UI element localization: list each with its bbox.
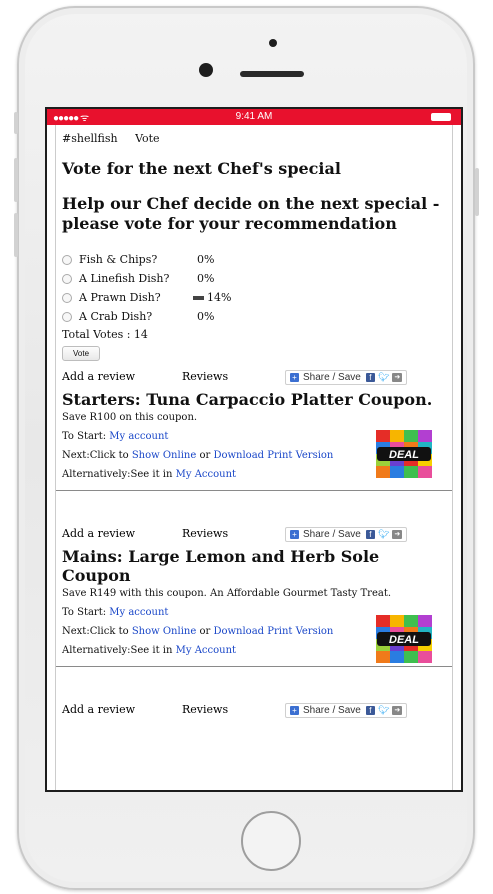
- coupon-title[interactable]: Mains: Large Lemon and Herb Sole Coupon: [62, 547, 446, 585]
- share-save-button[interactable]: + Share / Save f 🐦︎ ➜: [285, 703, 408, 718]
- reviews-link[interactable]: Reviews: [182, 370, 228, 383]
- volume-up-button[interactable]: [14, 158, 18, 202]
- alt-label: Alternatively:See it in: [62, 645, 176, 656]
- deal-badge-text: DEAL: [389, 449, 419, 461]
- or-label: or: [196, 450, 214, 461]
- reviews-link[interactable]: Reviews: [182, 527, 228, 540]
- breadcrumb-page[interactable]: Vote: [135, 132, 160, 145]
- poll-option[interactable]: A Crab Dish? 0%: [62, 307, 446, 326]
- page-content: #shellfish Vote Vote for the next Chef's…: [55, 125, 453, 790]
- next-label: Next:Click to: [62, 450, 132, 461]
- divider: [56, 666, 452, 667]
- alt-label: Alternatively:See it in: [62, 469, 176, 480]
- coupon-description: Save R100 on this coupon.: [62, 412, 198, 423]
- forward-icon[interactable]: ➜: [392, 706, 403, 715]
- divider: [56, 490, 452, 491]
- facebook-icon[interactable]: f: [365, 373, 375, 382]
- poll-result-bar: [193, 295, 204, 300]
- my-account-link[interactable]: My Account: [176, 469, 236, 480]
- next-label: Next:Click to: [62, 626, 132, 637]
- poll-option-percent: 0%: [197, 253, 215, 266]
- poll-option-label: A Prawn Dish?: [79, 291, 161, 304]
- forward-icon[interactable]: ➜: [392, 373, 403, 382]
- vote-button[interactable]: Vote: [62, 346, 101, 361]
- radio-button[interactable]: [62, 254, 72, 265]
- review-bar: Add a review Reviews + Share / Save f 🐦︎…: [62, 525, 446, 543]
- my-account-link[interactable]: My account: [109, 431, 168, 442]
- plus-icon: +: [290, 373, 299, 382]
- plus-icon: +: [290, 530, 299, 539]
- poll-option-percent: 0%: [197, 272, 215, 285]
- deal-badge-icon[interactable]: DEAL: [376, 430, 432, 478]
- deal-badge-icon[interactable]: DEAL: [376, 615, 432, 663]
- add-review-link[interactable]: Add a review: [62, 370, 135, 383]
- my-account-link[interactable]: My account: [109, 607, 168, 618]
- share-save-label: Share / Save: [303, 705, 361, 716]
- show-online-link[interactable]: Show Online: [132, 626, 196, 637]
- coupon-title[interactable]: Starters: Tuna Carpaccio Platter Coupon.: [62, 390, 446, 409]
- twitter-icon[interactable]: 🐦︎: [378, 529, 389, 540]
- mute-switch[interactable]: [14, 112, 18, 134]
- power-button[interactable]: [475, 168, 479, 216]
- radio-button[interactable]: [62, 311, 72, 322]
- share-save-label: Share / Save: [303, 529, 361, 540]
- forward-icon[interactable]: ➜: [392, 530, 403, 539]
- poll-option[interactable]: Fish & Chips? 0%: [62, 250, 446, 269]
- status-time: 9:41 AM: [235, 111, 273, 122]
- share-save-button[interactable]: + Share / Save f 🐦︎ ➜: [285, 527, 408, 542]
- poll-option-label: Fish & Chips?: [79, 253, 158, 266]
- add-review-link[interactable]: Add a review: [62, 527, 135, 540]
- battery-icon: [431, 113, 451, 121]
- breadcrumb: #shellfish Vote: [62, 132, 446, 145]
- poll-question: Help our Chef decide on the next special…: [62, 194, 440, 233]
- poll-option[interactable]: A Linefish Dish? 0%: [62, 269, 446, 288]
- earpiece-speaker: [240, 71, 304, 77]
- plus-icon: +: [290, 706, 299, 715]
- deal-badge-text: DEAL: [389, 634, 419, 646]
- facebook-icon[interactable]: f: [365, 706, 375, 715]
- status-bar: ●●●●● ᯤ 9:41 AM: [47, 109, 461, 125]
- review-bar: Add a review Reviews + Share / Save f 🐦︎…: [62, 368, 446, 386]
- my-account-link[interactable]: My Account: [176, 645, 236, 656]
- poll-option[interactable]: A Prawn Dish? 14%: [62, 288, 446, 307]
- or-label: or: [196, 626, 214, 637]
- poll-option-percent: 0%: [197, 310, 215, 323]
- twitter-icon[interactable]: 🐦︎: [378, 372, 389, 383]
- download-print-link[interactable]: Download Print Version: [213, 450, 333, 461]
- review-bar: Add a review Reviews + Share / Save f 🐦︎…: [62, 701, 446, 719]
- share-save-label: Share / Save: [303, 372, 361, 383]
- proximity-sensor: [269, 39, 277, 47]
- front-camera: [199, 63, 213, 77]
- home-button[interactable]: [241, 811, 301, 871]
- volume-down-button[interactable]: [14, 213, 18, 257]
- poll-option-label: A Linefish Dish?: [79, 272, 170, 285]
- start-label: To Start:: [62, 607, 110, 618]
- poll-options: Fish & Chips? 0% A Linefish Dish? 0% A P…: [62, 250, 446, 361]
- page-title: Vote for the next Chef's special: [62, 159, 341, 178]
- radio-button[interactable]: [62, 292, 72, 303]
- radio-button[interactable]: [62, 273, 72, 284]
- facebook-icon[interactable]: f: [365, 530, 375, 539]
- total-votes: Total Votes : 14: [62, 328, 148, 341]
- poll-option-label: A Crab Dish?: [79, 310, 153, 323]
- share-save-button[interactable]: + Share / Save f 🐦︎ ➜: [285, 370, 408, 385]
- coupon-card: Starters: Tuna Carpaccio Platter Coupon.…: [56, 390, 452, 491]
- twitter-icon[interactable]: 🐦︎: [378, 705, 389, 716]
- poll-option-percent: 14%: [207, 291, 232, 304]
- download-print-link[interactable]: Download Print Version: [213, 626, 333, 637]
- breadcrumb-tag[interactable]: #shellfish: [62, 132, 118, 145]
- show-online-link[interactable]: Show Online: [132, 450, 196, 461]
- coupon-card: Mains: Large Lemon and Herb Sole Coupon …: [56, 547, 452, 667]
- start-label: To Start:: [62, 431, 110, 442]
- add-review-link[interactable]: Add a review: [62, 703, 135, 716]
- reviews-link[interactable]: Reviews: [182, 703, 228, 716]
- phone-screen: ●●●●● ᯤ 9:41 AM #shellfish Vote Vote for…: [45, 107, 463, 792]
- coupon-description: Save R149 with this coupon. An Affordabl…: [62, 588, 392, 599]
